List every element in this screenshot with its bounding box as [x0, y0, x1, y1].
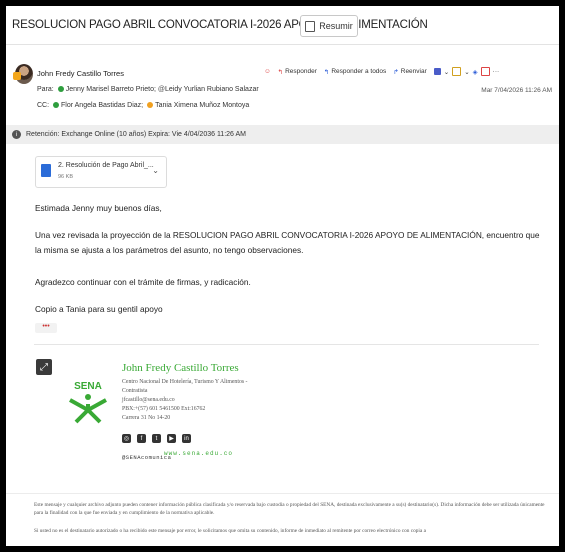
attachment-size: 96 KB — [58, 174, 73, 180]
message-actions: ☺ ↰ Responder ↰ Responder a todos ↱ Reenvia… — [264, 67, 499, 76]
cc-label: CC: — [37, 102, 50, 109]
signature-email[interactable]: jfcastillo@sena.edu.co — [122, 397, 175, 403]
recipient-jenny[interactable]: Jenny Marisel Barreto Prieto; — [66, 86, 156, 93]
summarize-button[interactable]: Resumir — [300, 15, 358, 37]
sena-logo: SENA — [69, 381, 107, 424]
presence-icon — [13, 72, 21, 80]
signature-name: John Fredy Castillo Torres — [122, 362, 239, 374]
sender-name[interactable]: John Fredy Castillo Torres — [37, 69, 124, 78]
retention-text: Retención: Exchange Online (10 años) Exp… — [26, 131, 246, 138]
presence-away-icon — [147, 102, 154, 109]
subject-bar: RESOLUCION PAGO ABRIL CONVOCATORIA I-202… — [6, 6, 559, 45]
to-recipients: Para: Jenny Marisel Barreto Prieto; @Lei… — [37, 86, 259, 93]
reply-button[interactable]: ↰ Responder — [278, 68, 317, 76]
disclaimer-paragraph-2: Si usted no es el destinatario autorizad… — [34, 528, 426, 534]
youtube-icon[interactable]: ▶ — [167, 434, 176, 443]
disclaimer-paragraph-1: Este mensaje y cualquier archivo adjunto… — [34, 502, 545, 516]
sena-logo-text: SENA — [74, 381, 102, 392]
greeting-text: Estimada Jenny muy buenos días, — [35, 203, 162, 213]
signature-address: Carrera 31 No 14-20 — [122, 415, 171, 421]
recipient-leidy[interactable]: Leidy Yurlian Rubiano Salazar — [165, 86, 259, 93]
apps-icon[interactable] — [452, 67, 462, 76]
presence-available-icon — [57, 86, 64, 93]
teams-icon[interactable] — [433, 68, 441, 75]
more-options-icon[interactable]: ··· — [493, 68, 500, 75]
cc-tania[interactable]: Tania Ximena Muñoz Montoya — [155, 102, 249, 109]
reply-all-icon: ↰ — [323, 68, 330, 76]
forward-button[interactable]: ↱ Reenviar — [393, 68, 426, 76]
attachment-name: 2. Resolución de Pago Abril_... — [58, 162, 154, 169]
sender-avatar[interactable] — [13, 64, 33, 84]
cc-recipients: CC: Flor Angela Bastidas Diaz; Tania Xim… — [37, 102, 249, 109]
expand-icon[interactable]: ⤢ — [36, 359, 52, 375]
body-paragraph: Una vez revisada la proyección de la RES… — [35, 230, 540, 255]
reply-all-button[interactable]: ↰ Responder a todos — [324, 68, 386, 76]
presence-available-icon — [53, 102, 60, 109]
info-icon: i — [12, 130, 21, 139]
email-reading-pane: RESOLUCION PAGO ABRIL CONVOCATORIA I-202… — [6, 6, 559, 546]
signature-org: Centro Nacional De Hotelería, Turismo Y … — [122, 379, 248, 385]
thanks-text: Agradezco continuar con el trámite de fi… — [35, 277, 251, 287]
email-subject: RESOLUCION PAGO ABRIL CONVOCATORIA I-202… — [12, 19, 428, 31]
external-user-icon: @ — [157, 86, 166, 93]
signature-divider — [34, 344, 539, 345]
twitter-icon[interactable]: t — [152, 434, 161, 443]
word-document-icon — [41, 164, 51, 177]
chevron-down-icon[interactable]: ⌄ — [464, 68, 469, 76]
summarize-label: Resumir — [319, 21, 353, 31]
summarize-icon — [305, 20, 316, 32]
retention-banner: i Retención: Exchange Online (10 años) E… — [6, 125, 559, 144]
cc-flor[interactable]: Flor Angela Bastidas Diaz; — [61, 102, 143, 109]
chevron-down-icon[interactable]: ⌄ — [152, 166, 159, 175]
emoji-reaction-button[interactable]: ☺ — [264, 68, 271, 75]
show-quoted-button[interactable]: ••• — [35, 323, 57, 333]
signature-phone: PBX:+(57) 601 5461500 Ext:16762 — [122, 406, 206, 412]
attachment-card[interactable]: 2. Resolución de Pago Abril_... 96 KB ⌄ — [35, 156, 167, 188]
chevron-down-icon[interactable]: ⌄ — [444, 68, 449, 76]
forward-icon: ↱ — [393, 68, 399, 76]
copilot-icon[interactable]: ◈ — [473, 68, 478, 76]
calendar-icon[interactable] — [480, 67, 490, 76]
facebook-icon[interactable]: f — [137, 434, 146, 443]
copy-text: Copio a Tania para su gentil apoyo — [35, 304, 163, 314]
reply-icon: ↰ — [277, 68, 284, 76]
instagram-icon[interactable]: ◎ — [122, 434, 131, 443]
received-date: Mar 7/04/2026 11:26 AM — [481, 87, 552, 94]
signature-role: Contratista — [122, 388, 148, 394]
website-link[interactable]: www.sena.edu.co — [164, 450, 233, 457]
linkedin-icon[interactable]: in — [182, 434, 191, 443]
to-label: Para: — [37, 86, 54, 93]
disclaimer-divider — [6, 493, 559, 494]
social-links: ◎ f t ▶ in — [122, 434, 191, 443]
